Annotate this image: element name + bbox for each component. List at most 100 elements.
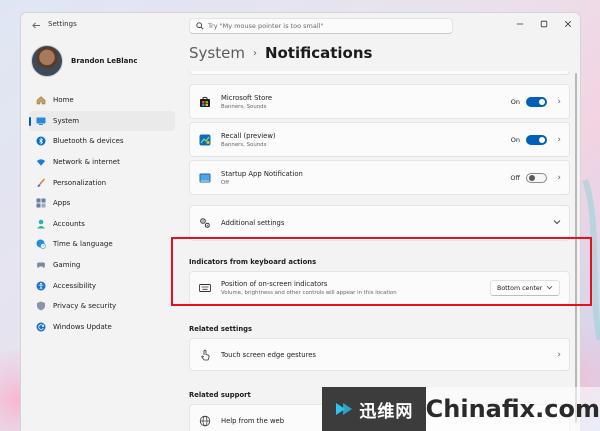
notification-toggle[interactable] — [526, 172, 547, 183]
minimize-icon — [516, 23, 524, 25]
sidebar-item-label: Network & internet — [53, 158, 120, 167]
globe-icon — [198, 414, 211, 427]
section-title: Related support — [189, 391, 251, 399]
sidebar-item-apps[interactable]: Apps — [29, 193, 175, 214]
additional-settings-row[interactable]: Additional settings — [189, 205, 570, 241]
title-bar: Settings — [21, 13, 580, 37]
sidebar-item-label: Bluetooth & devices — [53, 137, 124, 146]
toggle-group: Off — [510, 172, 547, 183]
sidebar-item-label: Apps — [53, 199, 71, 208]
sidebar-item-windows-update[interactable]: Windows Update — [29, 317, 175, 338]
sidebar-item-home[interactable]: Home — [29, 90, 175, 111]
partial-card — [189, 71, 570, 75]
sidebar-item-label: Personalization — [53, 178, 107, 187]
sidebar-nav: Home System Bluetooth & devices Network … — [29, 90, 175, 337]
sidebar-item-privacy[interactable]: Privacy & security — [29, 296, 175, 317]
breadcrumb-separator: › — [252, 47, 257, 59]
page-title: Notifications — [264, 44, 373, 62]
update-icon — [35, 321, 46, 332]
sidebar-item-accessibility[interactable]: Accessibility — [29, 275, 175, 296]
sidebar-item-label: Gaming — [53, 261, 81, 270]
sidebar-item-accounts[interactable]: Accounts — [29, 214, 175, 235]
breadcrumb: System › Notifications — [189, 44, 372, 62]
back-button[interactable] — [29, 18, 43, 32]
watermark-logo-panel: 迅维网 — [322, 387, 426, 431]
system-icon — [35, 115, 46, 126]
toggle-group: On — [510, 134, 547, 145]
app-title: Settings — [48, 20, 77, 28]
chevron-right-icon: › — [557, 172, 561, 183]
chevron-right-icon: › — [557, 349, 561, 360]
sidebar-item-time-language[interactable]: Time & language — [29, 234, 175, 255]
watermark-en-text: Chinafix.com — [425, 395, 600, 423]
window-controls — [508, 13, 580, 35]
search-icon — [196, 22, 204, 30]
card-text: Touch screen edge gestures — [221, 351, 316, 359]
sidebar-item-personalization[interactable]: Personalization — [29, 172, 175, 193]
user-profile[interactable]: Brandon LeBlanc — [31, 45, 138, 77]
app-notification-types: Banners, Sounds — [221, 103, 267, 110]
sidebar-item-label: Accounts — [53, 219, 85, 228]
card-text: Additional settings — [221, 219, 284, 227]
app-name: Startup App Notification — [221, 169, 303, 178]
chevron-right-icon: › — [557, 96, 561, 107]
gears-icon — [198, 217, 211, 230]
additional-settings-label: Additional settings — [221, 219, 285, 227]
notification-app-row[interactable]: Startup App Notification Off Off › — [189, 160, 570, 195]
notification-app-row[interactable]: Recall (preview) Banners, Sounds On › — [189, 122, 570, 157]
shield-icon — [35, 301, 46, 312]
search-input[interactable] — [208, 22, 448, 30]
watermark-logo: 迅维网 — [334, 397, 413, 422]
startup-icon — [198, 171, 211, 184]
brush-icon — [35, 177, 46, 188]
toggle-group: On — [510, 96, 547, 107]
settings-window: Settings Brandon LeBlanc — [20, 12, 581, 431]
bluetooth-icon — [35, 136, 46, 147]
home-icon — [35, 95, 46, 106]
sidebar-item-bluetooth[interactable]: Bluetooth & devices — [29, 131, 175, 152]
maximize-button[interactable] — [532, 13, 556, 35]
gamepad-icon — [35, 260, 46, 271]
search-box[interactable] — [189, 18, 453, 34]
close-button[interactable] — [556, 13, 580, 35]
person-icon — [35, 218, 46, 229]
sidebar-item-system[interactable]: System — [29, 110, 175, 132]
section-title: Related settings — [189, 325, 253, 333]
chevron-right-icon: › — [557, 134, 561, 145]
watermark-text-panel: Chinafix.com — [425, 387, 600, 431]
toggle-state-label: On — [510, 97, 520, 106]
app-notification-types: Off — [221, 179, 229, 186]
card-text: Startup App Notification Off — [221, 170, 303, 186]
accessibility-icon — [35, 280, 46, 291]
wifi-icon — [35, 157, 46, 168]
breadcrumb-parent[interactable]: System — [189, 44, 245, 62]
apps-icon — [35, 198, 46, 209]
sidebar-item-gaming[interactable]: Gaming — [29, 255, 175, 276]
related-setting-label: Touch screen edge gestures — [221, 350, 316, 359]
minimize-button[interactable] — [508, 13, 532, 35]
sidebar-item-label: System — [53, 116, 80, 125]
avatar — [31, 45, 63, 77]
related-support-label: Help from the web — [221, 416, 285, 425]
back-arrow-icon — [31, 21, 40, 29]
sidebar-item-label: Accessibility — [53, 281, 97, 290]
sidebar-item-label: Privacy & security — [53, 302, 117, 311]
chinafix-logo-icon — [336, 403, 353, 415]
sidebar-item-label: Time & language — [53, 240, 113, 249]
notification-app-row[interactable]: Microsoft Store Banners, Sounds On › — [189, 84, 570, 119]
profile-name: Brandon LeBlanc — [71, 57, 138, 65]
recall-icon — [198, 133, 211, 146]
sidebar-item-label: Home — [53, 96, 74, 105]
sidebar-item-network[interactable]: Network & internet — [29, 152, 175, 173]
store-icon — [198, 95, 211, 108]
highlight-box — [171, 237, 592, 306]
toggle-state-label: On — [510, 135, 520, 144]
card-text: Recall (preview) Banners, Sounds — [221, 132, 276, 148]
notification-toggle[interactable] — [526, 96, 547, 107]
app-name: Microsoft Store — [221, 93, 273, 102]
notification-toggle[interactable] — [526, 134, 547, 145]
app-notification-types: Banners, Sounds — [221, 141, 267, 148]
app-name: Recall (preview) — [221, 131, 276, 140]
sidebar-item-label: Windows Update — [53, 322, 112, 331]
related-setting-row[interactable]: Touch screen edge gestures › — [189, 338, 570, 371]
